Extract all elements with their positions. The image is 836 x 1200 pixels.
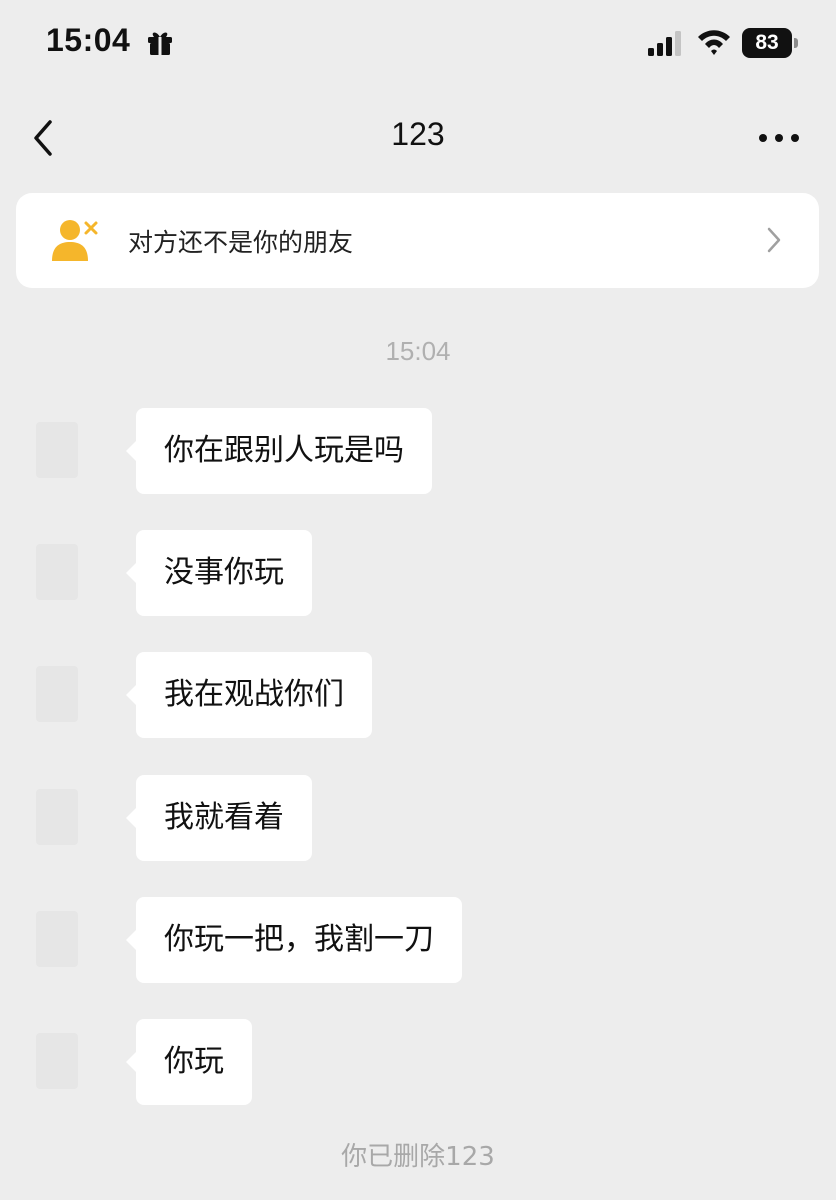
avatar[interactable]: [36, 666, 78, 722]
more-icon[interactable]: [754, 124, 804, 152]
message-bubble[interactable]: 你玩: [126, 1019, 252, 1105]
avatar[interactable]: [36, 789, 78, 845]
avatar[interactable]: [36, 1033, 78, 1089]
banner-text: 对方还不是你的朋友: [128, 228, 354, 257]
battery-icon: 83: [742, 28, 798, 58]
message-bubble[interactable]: 没事你玩: [126, 530, 312, 616]
avatar[interactable]: [36, 911, 78, 967]
battery-level: 83: [755, 31, 779, 54]
avatar[interactable]: [36, 422, 78, 478]
battery-cap: [794, 38, 798, 48]
not-friend-banner[interactable]: 对方还不是你的朋友: [16, 193, 819, 288]
signal-icon: [648, 31, 681, 56]
chat-timestamp: 15:04: [385, 336, 451, 366]
person-x-icon: [52, 220, 98, 261]
chat-screen: 15:04 83 123 对方还不是你的朋友 15:04 你在跟别人玩是吗 没事…: [0, 0, 836, 1200]
wifi-icon: [698, 30, 730, 55]
avatar[interactable]: [36, 544, 78, 600]
chevron-right-icon: [767, 227, 781, 253]
message-bubble[interactable]: 我就看着: [126, 775, 312, 861]
gift-icon: [148, 32, 172, 55]
status-bar: 15:04 83: [0, 0, 836, 88]
system-note: 你已删除123: [341, 1142, 495, 1172]
message-bubble[interactable]: 我在观战你们: [126, 652, 372, 738]
nav-bar: 123: [0, 100, 836, 176]
page-title: 123: [391, 116, 445, 152]
message-bubble[interactable]: 你玩一把，我割一刀: [126, 897, 462, 983]
status-time: 15:04: [46, 22, 131, 58]
message-bubble[interactable]: 你在跟别人玩是吗: [126, 408, 432, 494]
